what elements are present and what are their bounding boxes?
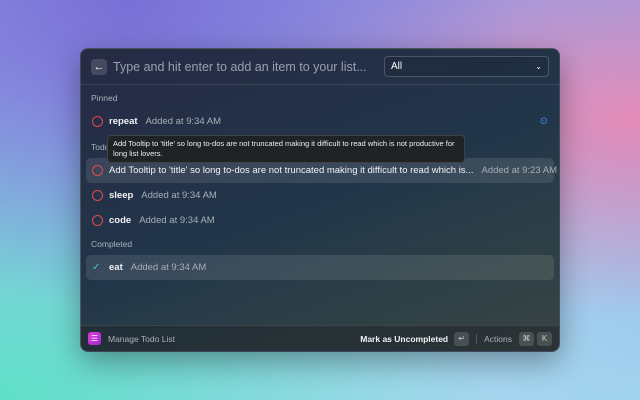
list-item[interactable]: code Added at 9:34 AM [86,208,554,233]
item-title: Add Tooltip to 'title' so long to-dos ar… [109,165,474,176]
search-bar: ← All ⌄ [81,49,559,85]
section-pinned: Pinned [91,93,118,103]
item-title: sleep [109,190,134,201]
list-item[interactable]: ✓ eat Added at 9:34 AM [86,255,554,280]
filter-value: All [391,61,403,72]
actions-button[interactable]: Actions [484,334,512,344]
item-title: code [109,215,132,226]
section-completed: Completed [91,239,133,249]
command-key-icon: ⌘ [519,331,534,346]
item-meta: Added at 9:34 AM [145,116,222,127]
incomplete-circle-icon[interactable] [92,215,103,226]
incomplete-circle-icon[interactable] [92,165,103,176]
incomplete-circle-icon[interactable] [92,190,103,201]
list-item[interactable]: sleep Added at 9:34 AM [86,183,554,208]
filter-dropdown[interactable]: All ⌄ [384,56,549,77]
back-button[interactable]: ← [91,58,107,75]
arrow-left-icon: ← [93,60,105,73]
divider [476,333,478,344]
app-name: Manage Todo List [108,333,175,344]
todo-window: ← All⌄ Pinned repeat Added at 9:34 AM ⊙ … [80,48,560,352]
item-title: eat [109,262,123,273]
incomplete-circle-icon[interactable] [92,116,103,127]
tooltip: Add Tooltip to 'title' so long to-dos ar… [107,135,465,163]
k-key-icon: K [537,331,552,346]
item-meta: Added at 9:34 AM [141,190,217,201]
action-bar: ☰ Manage Todo List Mark as Uncompleted ↵… [81,325,559,351]
item-title: repeat [109,116,138,127]
todo-list-app-icon: ☰ [88,332,101,345]
chevron-down-icon: ⌄ [535,62,542,71]
mark-uncompleted-button[interactable]: Mark as Uncompleted [360,334,448,344]
item-meta: Added at 9:34 AM [130,262,207,273]
pin-icon: ⊙ [539,116,548,127]
enter-key-icon: ↵ [454,331,470,346]
item-meta: Added at 9:34 AM [139,215,215,226]
checkmark-icon[interactable]: ✓ [92,262,103,273]
item-meta: Added at 9:23 AM [481,165,558,176]
search-input[interactable] [113,59,384,74]
list-item[interactable]: repeat Added at 9:34 AM ⊙ [86,109,554,134]
